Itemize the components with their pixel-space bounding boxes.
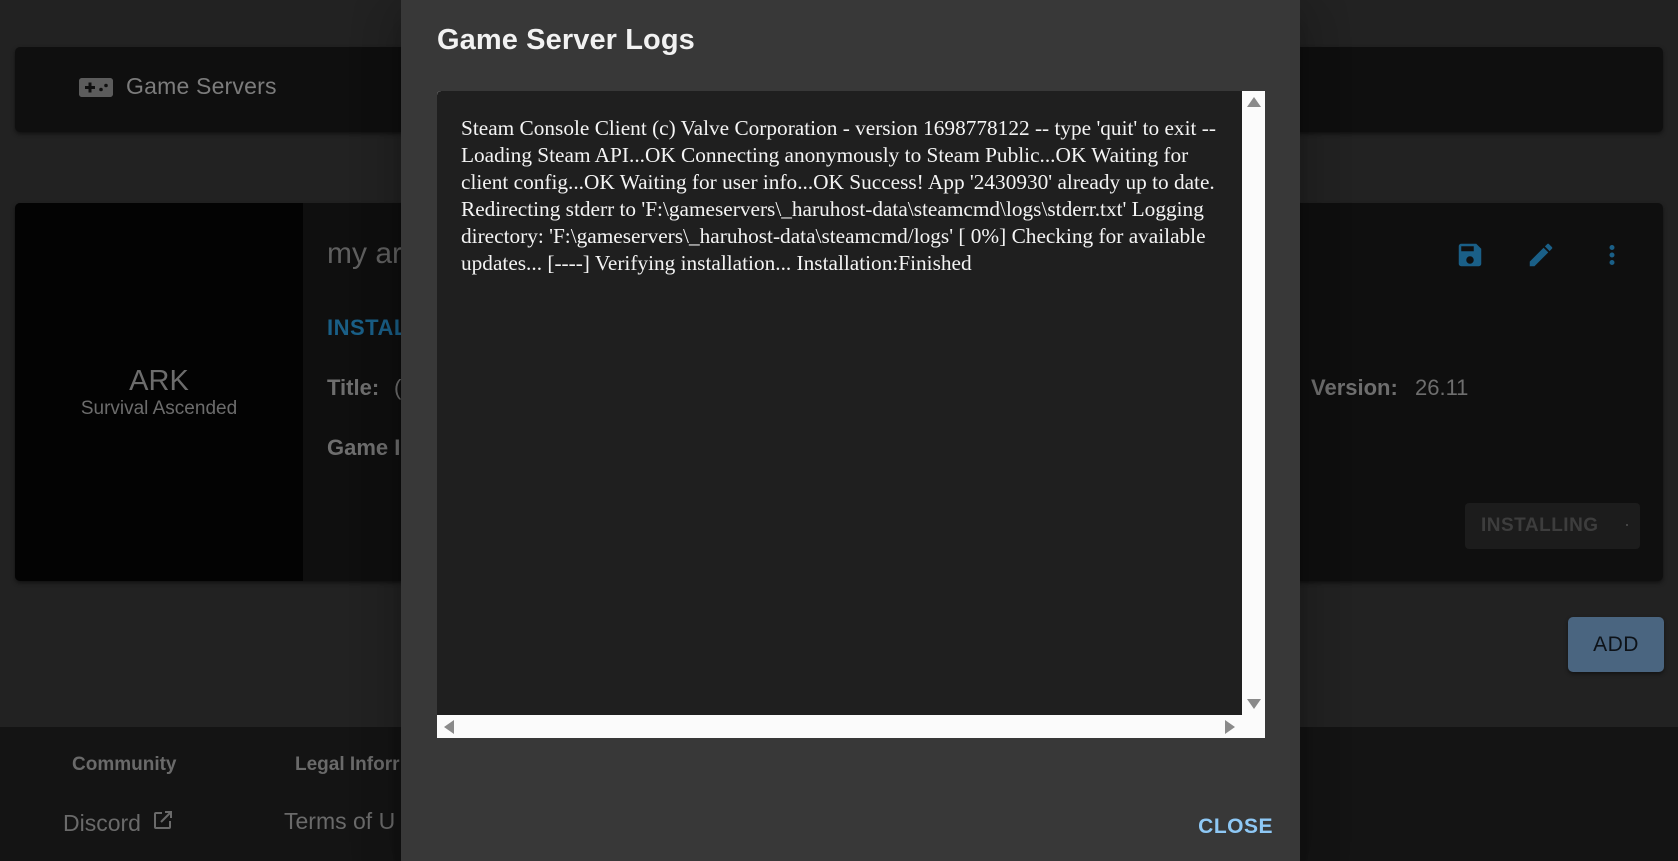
close-button[interactable]: CLOSE (1198, 810, 1273, 844)
horizontal-scrollbar[interactable] (437, 715, 1265, 738)
logs-dialog: Game Server Logs Steam Console Client (c… (401, 0, 1300, 861)
scroll-down-arrow-icon[interactable] (1247, 699, 1261, 709)
vertical-scrollbar[interactable] (1242, 91, 1265, 715)
log-textarea[interactable]: Steam Console Client (c) Valve Corporati… (437, 91, 1242, 715)
log-textarea-container: Steam Console Client (c) Valve Corporati… (437, 91, 1265, 738)
scroll-right-arrow-icon[interactable] (1225, 720, 1235, 734)
scroll-left-arrow-icon[interactable] (444, 720, 454, 734)
scroll-up-arrow-icon[interactable] (1247, 97, 1261, 107)
dialog-title: Game Server Logs (437, 24, 695, 56)
